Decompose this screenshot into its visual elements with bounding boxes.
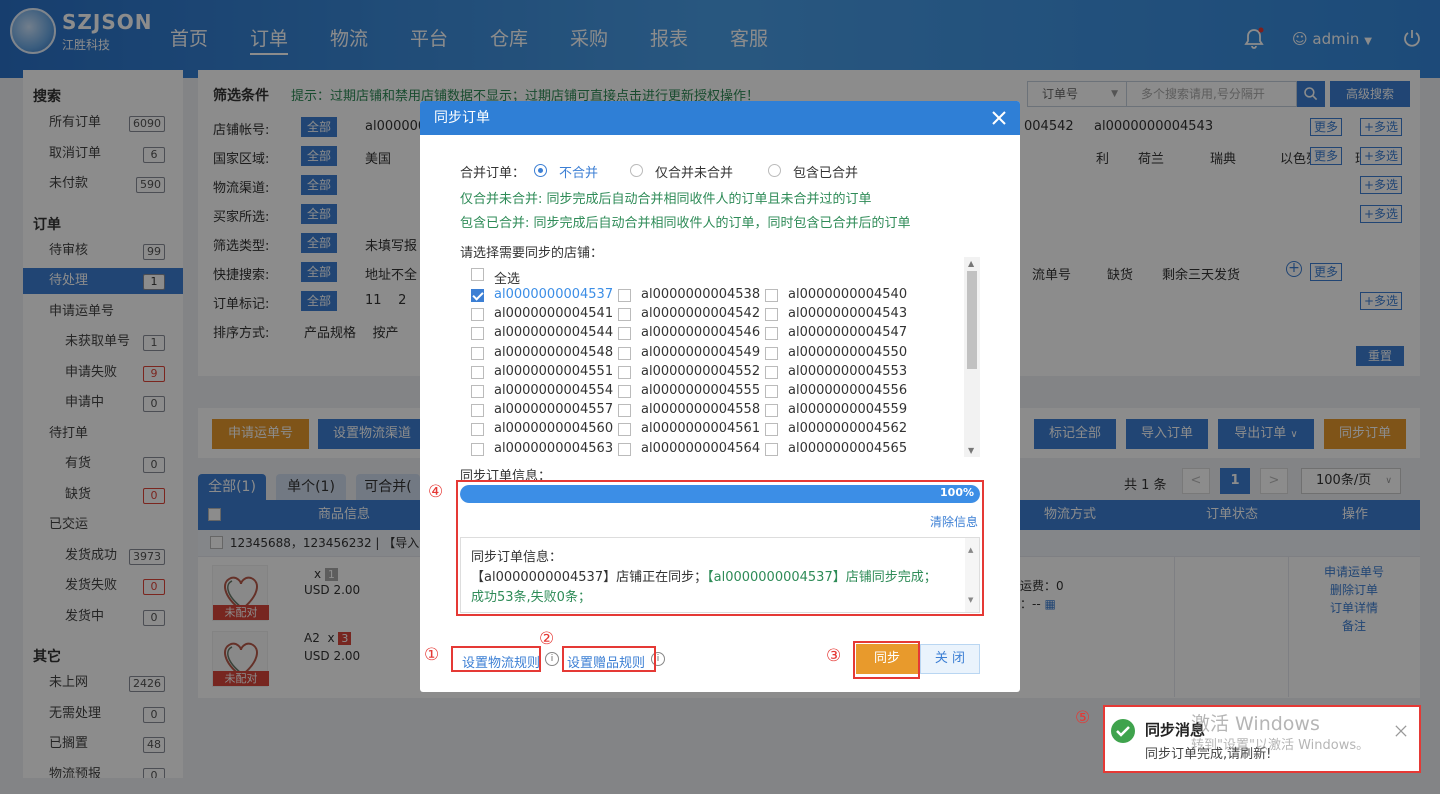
shop-label[interactable]: al0000000004550 xyxy=(788,345,907,360)
shop-checkbox[interactable] xyxy=(618,423,631,437)
close-button[interactable]: 关 闭 xyxy=(920,644,980,674)
marker-5: ⑤ xyxy=(1075,708,1091,728)
shop-label[interactable]: al0000000004557 xyxy=(494,402,613,417)
scroll-thumb[interactable] xyxy=(967,271,977,369)
annotation-box-progress xyxy=(456,480,984,616)
shop-label[interactable]: al0000000004538 xyxy=(641,287,760,302)
shop-checkbox[interactable] xyxy=(618,346,631,360)
shop-checkbox[interactable] xyxy=(765,289,778,302)
marker-2: ② xyxy=(539,629,555,649)
merge-option-label[interactable]: 不合并 xyxy=(559,162,598,181)
shop-label[interactable]: al0000000004544 xyxy=(494,325,613,340)
select-all-checkbox[interactable] xyxy=(471,268,484,281)
shop-checkbox[interactable] xyxy=(618,365,631,379)
shop-list-scrollbar[interactable]: ▲ ▼ xyxy=(964,257,980,457)
shop-checkbox[interactable] xyxy=(471,308,484,322)
annotation-box-logistics-rule xyxy=(451,646,541,672)
shop-checkbox[interactable] xyxy=(618,404,631,418)
windows-watermark-title: 激活 Windows xyxy=(1191,713,1320,735)
shop-label[interactable]: al0000000004559 xyxy=(788,402,907,417)
shop-checkbox[interactable] xyxy=(765,365,778,379)
shop-label[interactable]: al0000000004553 xyxy=(788,364,907,379)
shop-checkbox[interactable] xyxy=(765,346,778,360)
shop-checkbox[interactable] xyxy=(618,385,631,398)
dialog-title: 同步订单 xyxy=(420,101,1020,135)
annotation-box-sync xyxy=(853,641,920,679)
shop-label[interactable]: al0000000004546 xyxy=(641,325,760,340)
shop-label[interactable]: al0000000004565 xyxy=(788,441,907,456)
toast-close-icon[interactable] xyxy=(1395,725,1407,737)
shop-label[interactable]: al0000000004564 xyxy=(641,441,760,456)
annotation-box-gift-rule xyxy=(562,646,656,672)
shop-checkbox[interactable] xyxy=(618,308,631,322)
shop-label[interactable]: al0000000004537 xyxy=(494,287,613,302)
shop-checkbox[interactable] xyxy=(765,442,778,456)
shop-label[interactable]: al0000000004547 xyxy=(788,325,907,340)
select-all-label[interactable]: 全选 xyxy=(494,268,520,287)
marker-3: ③ xyxy=(826,646,842,666)
shop-checkbox[interactable] xyxy=(618,289,631,302)
shop-label[interactable]: al0000000004552 xyxy=(641,364,760,379)
shop-list: ▲ ▼ 全选 al0000000004537 al0000000004538 al00… xyxy=(460,257,980,457)
shop-label[interactable]: al0000000004563 xyxy=(494,441,613,456)
shop-checkbox[interactable] xyxy=(765,385,778,398)
shop-checkbox[interactable] xyxy=(618,442,631,456)
shop-checkbox[interactable] xyxy=(471,423,484,437)
shop-label[interactable]: al0000000004562 xyxy=(788,421,907,436)
close-icon[interactable] xyxy=(990,109,1008,127)
merge-option-radio[interactable] xyxy=(534,164,547,177)
shop-label[interactable]: al0000000004540 xyxy=(788,287,907,302)
success-icon xyxy=(1111,719,1135,743)
shop-label[interactable]: al0000000004551 xyxy=(494,364,613,379)
scroll-up-arrow[interactable]: ▲ xyxy=(968,259,974,268)
sync-toast: 同步消息 同步订单完成,请刷新! 激活 Windows 转到"设置"以激活 Wi… xyxy=(1103,705,1421,773)
shop-checkbox[interactable] xyxy=(471,385,484,398)
merge-option-label[interactable]: 仅合并未合并 xyxy=(655,162,733,181)
shop-checkbox[interactable] xyxy=(471,404,484,418)
shop-label[interactable]: al0000000004558 xyxy=(641,402,760,417)
info-icon[interactable]: i xyxy=(545,652,559,666)
shop-label[interactable]: al0000000004541 xyxy=(494,306,613,321)
merge-note-2: 包含已合并: 同步完成后自动合并相同收件人的订单，同时包含已合并后的订单 xyxy=(460,216,911,231)
shop-label[interactable]: al0000000004549 xyxy=(641,345,760,360)
shop-checkbox[interactable] xyxy=(765,404,778,418)
merge-label: 合并订单： xyxy=(460,166,526,181)
shop-checkbox[interactable] xyxy=(471,289,484,302)
shop-label[interactable]: al0000000004542 xyxy=(641,306,760,321)
shop-label[interactable]: al0000000004561 xyxy=(641,421,760,436)
scroll-down-arrow[interactable]: ▼ xyxy=(968,446,974,455)
shop-checkbox[interactable] xyxy=(618,327,631,341)
shop-checkbox[interactable] xyxy=(471,346,484,360)
shop-label[interactable]: al0000000004555 xyxy=(641,383,760,398)
shop-checkbox[interactable] xyxy=(471,365,484,379)
shop-checkbox[interactable] xyxy=(471,327,484,341)
shop-checkbox[interactable] xyxy=(765,327,778,341)
merge-option-label[interactable]: 包含已合并 xyxy=(793,162,858,181)
merge-option-radio[interactable] xyxy=(630,164,643,177)
marker-4: ④ xyxy=(428,482,444,502)
shop-checkbox[interactable] xyxy=(765,308,778,322)
merge-option-radio[interactable] xyxy=(768,164,781,177)
shop-checkbox[interactable] xyxy=(765,423,778,437)
shop-label[interactable]: al0000000004554 xyxy=(494,383,613,398)
shop-label[interactable]: al0000000004543 xyxy=(788,306,907,321)
shop-label[interactable]: al0000000004548 xyxy=(494,345,613,360)
shop-checkbox[interactable] xyxy=(471,442,484,456)
marker-1: ① xyxy=(424,645,440,665)
shop-label[interactable]: al0000000004556 xyxy=(788,383,907,398)
merge-note-1: 仅合并未合并: 同步完成后自动合并相同收件人的订单且未合并过的订单 xyxy=(460,192,872,207)
shop-label[interactable]: al0000000004560 xyxy=(494,421,613,436)
windows-watermark-text: 转到"设置"以激活 Windows。 xyxy=(1191,738,1370,753)
